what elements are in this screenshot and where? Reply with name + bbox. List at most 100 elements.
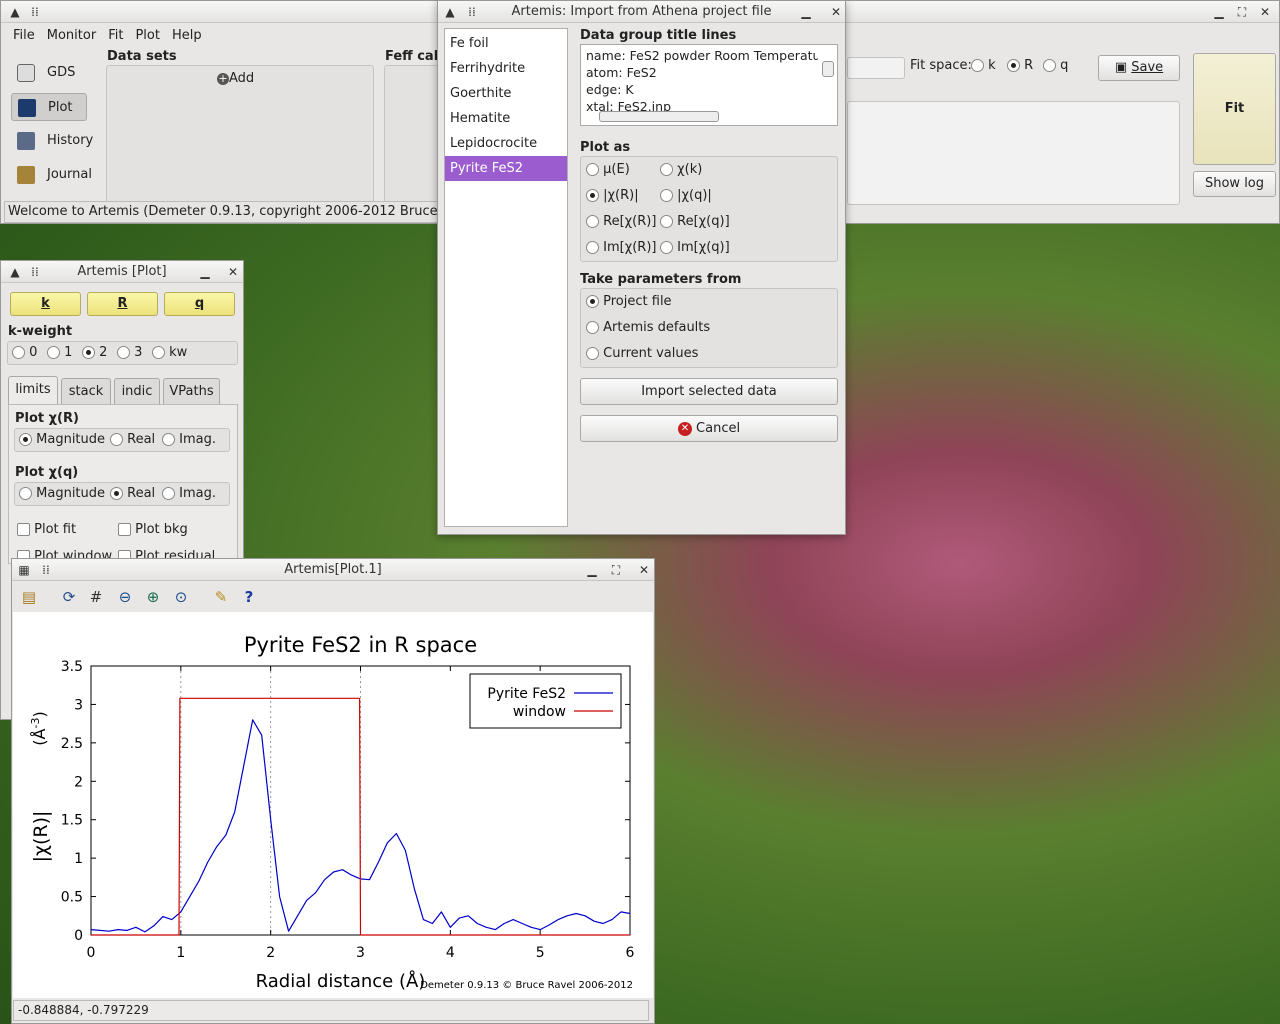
tab-stack[interactable]: stack [61, 378, 111, 404]
add-data-button[interactable]: +Add [217, 71, 254, 86]
chir-magnitude-radio[interactable] [19, 433, 32, 446]
tab-indic[interactable]: indic [114, 378, 160, 404]
param-current-values[interactable]: Current values [586, 346, 698, 361]
chiq-magnitude-radio[interactable] [19, 487, 32, 500]
kweight-2-radio[interactable] [82, 346, 95, 359]
close-icon[interactable]: ✕ [636, 562, 652, 578]
kweight-kw-radio[interactable] [152, 346, 165, 359]
sidebar-history[interactable]: History [11, 127, 93, 155]
minimize-icon[interactable]: ▁ [798, 4, 814, 20]
menu-fit[interactable]: Fit [102, 25, 129, 47]
list-item[interactable]: Ferrihydrite [445, 56, 567, 81]
param-radio[interactable] [586, 295, 599, 308]
move-grip-icon[interactable]: ⁞⁞ [27, 264, 43, 280]
plot-fit-checkbox[interactable]: Plot fit [17, 522, 76, 537]
sidebar-journal[interactable]: Journal [11, 161, 92, 189]
list-item[interactable]: Hematite [445, 106, 567, 131]
plot-as-radio[interactable] [660, 163, 673, 176]
kweight-1-radio[interactable] [47, 346, 60, 359]
sidebar-plot[interactable]: Plot [11, 93, 87, 121]
fit-button[interactable]: Fit [1193, 53, 1276, 165]
minimize-icon[interactable]: ▁ [584, 562, 600, 578]
chiq-real-radio[interactable] [110, 487, 123, 500]
kweight-kw[interactable]: kw [152, 345, 187, 360]
plot-bkg-checkbox[interactable]: Plot bkg [118, 522, 188, 537]
close-icon[interactable]: ✕ [1257, 4, 1273, 20]
chir-real-radio[interactable] [110, 433, 123, 446]
plot-window-box[interactable] [17, 550, 30, 558]
show-log-button[interactable]: Show log [1193, 171, 1276, 197]
refresh-icon[interactable]: ⟳ [60, 588, 78, 606]
plot-canvas[interactable]: 0 1 2 3 4 5 6 0 0.5 1 1.5 2 2.5 3 3.5 Pyrite FeS2 in R … [13, 612, 653, 998]
open-icon[interactable]: ▤ [20, 588, 38, 606]
sidebar-gds[interactable]: GDS [11, 59, 87, 87]
param-radio[interactable] [586, 347, 599, 360]
kweight-0-radio[interactable] [12, 346, 25, 359]
grid-icon[interactable]: # [87, 588, 105, 606]
plot-as-chiq-re[interactable]: Re[χ(q)] [660, 214, 730, 229]
fit-space-q-radio[interactable] [1043, 59, 1056, 72]
fit-space-k[interactable]: k [971, 58, 996, 73]
minimize-icon[interactable]: ▁ [1211, 4, 1227, 20]
chir-magnitude[interactable]: Magnitude [19, 432, 105, 447]
chiq-imag-radio[interactable] [162, 487, 175, 500]
save-button[interactable]: ▣ Save [1098, 55, 1180, 81]
fit-space-r-radio[interactable] [1007, 59, 1020, 72]
plot-as-chik[interactable]: χ(k) [660, 162, 702, 177]
param-project-file[interactable]: Project file [586, 294, 672, 309]
zoom-in-icon[interactable]: ⊕ [144, 588, 162, 606]
plot-bkg-box[interactable] [118, 523, 131, 536]
plot-as-chiq-im[interactable]: Im[χ(q)] [660, 240, 730, 255]
close-icon[interactable]: ✕ [225, 264, 241, 280]
chiq-magnitude[interactable]: Magnitude [19, 486, 105, 501]
list-item[interactable]: Fe foil [445, 31, 567, 56]
tab-vpaths[interactable]: VPaths [163, 378, 220, 404]
maximize-icon[interactable]: ⛶ [1234, 4, 1250, 20]
kweight-1[interactable]: 1 [47, 345, 72, 360]
plot-as-chir-mag[interactable]: |χ(R)| [586, 188, 639, 203]
chiq-imag[interactable]: Imag. [162, 486, 216, 501]
horizontal-scrollbar[interactable] [587, 111, 817, 123]
close-icon[interactable]: ✕ [828, 4, 844, 20]
plot-as-radio[interactable] [586, 189, 599, 202]
plot-q-button[interactable]: q [164, 292, 235, 316]
plot-k-button[interactable]: k [10, 292, 81, 316]
minimize-icon[interactable]: ▁ [197, 264, 213, 280]
move-grip-icon[interactable]: ⁞⁞ [27, 4, 43, 20]
plot-as-chiq-mag[interactable]: |χ(q)| [660, 188, 712, 203]
plot-as-radio[interactable] [660, 189, 673, 202]
fit-description-box[interactable] [847, 101, 1180, 205]
fit-name-input[interactable] [847, 57, 905, 79]
fit-space-q[interactable]: q [1043, 58, 1068, 73]
plot-fit-box[interactable] [17, 523, 30, 536]
vertical-scrollbar[interactable] [822, 47, 834, 109]
plot-as-radio[interactable] [586, 215, 599, 228]
menu-plot[interactable]: Plot [129, 25, 166, 47]
tab-limits[interactable]: limits [8, 376, 58, 404]
chiq-real[interactable]: Real [110, 486, 155, 501]
plot-r-button[interactable]: R [87, 292, 158, 316]
maximize-icon[interactable]: ⛶ [608, 562, 624, 578]
plot-as-mue[interactable]: μ(E) [586, 162, 630, 177]
zoom-out-icon[interactable]: ⊖ [116, 588, 134, 606]
plot-as-radio[interactable] [586, 163, 599, 176]
param-artemis-defaults[interactable]: Artemis defaults [586, 320, 710, 335]
chir-real[interactable]: Real [110, 432, 155, 447]
scrollbar-thumb[interactable] [599, 111, 719, 122]
import-selected-button[interactable]: Import selected data [580, 378, 838, 405]
move-grip-icon[interactable]: ⁞⁞ [38, 562, 54, 578]
list-item[interactable]: Lepidocrocite [445, 131, 567, 156]
chir-imag-radio[interactable] [162, 433, 175, 446]
kweight-3[interactable]: 3 [117, 345, 142, 360]
plot-window-checkbox[interactable]: Plot window [17, 549, 112, 558]
settings-icon[interactable]: ✎ [212, 588, 230, 606]
list-item-selected[interactable]: Pyrite FeS2 [445, 156, 567, 181]
scrollbar-thumb[interactable] [822, 61, 834, 77]
help-icon[interactable]: ? [240, 588, 258, 606]
fit-space-k-radio[interactable] [971, 59, 984, 72]
plot-residual-box[interactable] [118, 550, 131, 558]
menu-help[interactable]: Help [166, 25, 208, 47]
param-radio[interactable] [586, 321, 599, 334]
list-item[interactable]: Goerthite [445, 81, 567, 106]
menu-file[interactable]: File [7, 25, 41, 47]
